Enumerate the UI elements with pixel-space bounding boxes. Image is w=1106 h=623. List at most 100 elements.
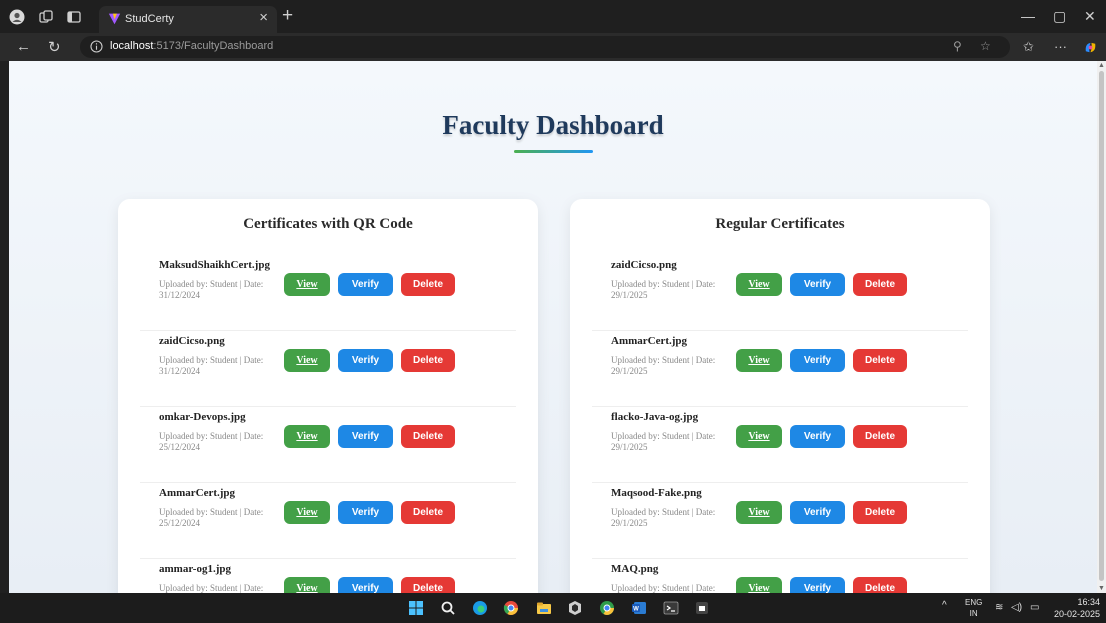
view-button[interactable]: View xyxy=(284,501,330,524)
certificate-meta: Uploaded by: Student | Date: xyxy=(611,583,716,593)
tab-studcerty[interactable]: StudCerty × xyxy=(99,6,277,33)
clock-date: 20-02-2025 xyxy=(1053,609,1100,619)
verify-button[interactable]: Verify xyxy=(338,425,393,448)
page-viewport: Faculty Dashboard Certificates with QR C… xyxy=(9,61,1097,593)
view-button[interactable]: View xyxy=(284,577,330,593)
verify-button[interactable]: Verify xyxy=(338,349,393,372)
volume-icon[interactable]: ◁) xyxy=(1011,602,1022,613)
view-button[interactable]: View xyxy=(736,501,782,524)
maximize-button[interactable]: ▢ xyxy=(1053,8,1066,25)
windows-start-icon[interactable] xyxy=(408,600,424,616)
language-indicator[interactable]: ENG IN xyxy=(965,597,982,619)
chrome-icon[interactable] xyxy=(503,600,519,616)
scroll-up-icon[interactable]: ▲ xyxy=(1098,62,1105,69)
title-underline xyxy=(514,150,593,153)
delete-button[interactable]: Delete xyxy=(853,501,907,524)
url-path: :5173/FacultyDashboard xyxy=(153,40,274,52)
tab-close-icon[interactable]: × xyxy=(259,9,268,26)
system-clock[interactable]: 16:34 20-02-2025 xyxy=(1052,596,1100,620)
certificate-meta: Uploaded by: Student | Date: 29/1/2025 xyxy=(611,507,716,528)
certificate-item: MAQ.png Uploaded by: Student | Date: Vie… xyxy=(592,558,968,593)
delete-button[interactable]: Delete xyxy=(853,577,907,593)
scroll-down-icon[interactable]: ▼ xyxy=(1098,585,1105,592)
refresh-icon[interactable]: ↻ xyxy=(48,38,61,56)
verify-button[interactable]: Verify xyxy=(790,349,845,372)
certificate-meta: Uploaded by: Student | Date: 31/12/2024 xyxy=(159,279,264,300)
view-button[interactable]: View xyxy=(736,577,782,593)
verify-button[interactable]: Verify xyxy=(790,425,845,448)
certificate-meta: Uploaded by: Student | Date: 31/12/2024 xyxy=(159,355,264,376)
certificate-filename: Maqsood-Fake.png xyxy=(611,487,702,499)
certificate-item: ammar-og1.jpg Uploaded by: Student | Dat… xyxy=(140,558,516,593)
delete-button[interactable]: Delete xyxy=(401,501,455,524)
page-scrollbar[interactable]: ▲ ▼ xyxy=(1097,61,1106,593)
view-button[interactable]: View xyxy=(736,425,782,448)
vscode-app-icon[interactable] xyxy=(567,600,583,616)
view-button[interactable]: View xyxy=(284,273,330,296)
certificate-meta: Uploaded by: Student | Date: 25/12/2024 xyxy=(159,507,264,528)
certificate-item: omkar-Devops.jpg Uploaded by: Student | … xyxy=(140,406,516,483)
view-button[interactable]: View xyxy=(284,425,330,448)
verify-button[interactable]: Verify xyxy=(338,273,393,296)
clock-time: 16:34 xyxy=(1077,597,1100,607)
certificate-filename: AmmarCert.jpg xyxy=(611,335,688,347)
view-button[interactable]: View xyxy=(736,273,782,296)
view-button[interactable]: View xyxy=(736,349,782,372)
region-code: IN xyxy=(969,609,978,618)
search-icon[interactable] xyxy=(440,600,456,616)
browser-tab-bar: StudCerty × + — ▢ ✕ xyxy=(0,0,1106,33)
new-tab-button[interactable]: + xyxy=(282,6,293,26)
file-explorer-icon[interactable] xyxy=(536,600,552,616)
delete-button[interactable]: Delete xyxy=(401,273,455,296)
url-host: localhost xyxy=(110,40,154,52)
delete-button[interactable]: Delete xyxy=(401,577,455,593)
verify-button[interactable]: Verify xyxy=(338,501,393,524)
workspaces-icon[interactable] xyxy=(38,9,54,25)
favorites-icon[interactable]: ✩ xyxy=(1023,39,1034,55)
delete-button[interactable]: Delete xyxy=(401,349,455,372)
verify-button[interactable]: Verify xyxy=(338,577,393,593)
tab-title: StudCerty xyxy=(125,13,174,25)
certificate-filename: ammar-og1.jpg xyxy=(159,563,231,575)
certificate-item: AmmarCert.jpg Uploaded by: Student | Dat… xyxy=(592,330,968,407)
minimize-button[interactable]: — xyxy=(1021,8,1035,24)
address-bar[interactable]: localhost:5173/FacultyDashboard ⚲ ☆ xyxy=(80,36,1010,58)
url-text: localhost:5173/FacultyDashboard xyxy=(110,40,273,52)
wifi-icon[interactable]: ≋ xyxy=(995,602,1003,613)
app-icon[interactable] xyxy=(694,600,710,616)
favorite-star-icon[interactable]: ☆ xyxy=(980,39,991,53)
verify-button[interactable]: Verify xyxy=(790,273,845,296)
profile-icon[interactable] xyxy=(9,9,25,25)
regular-certificates-card: Regular Certificates zaidCicso.png Uploa… xyxy=(570,199,990,593)
terminal-icon[interactable] xyxy=(663,600,679,616)
delete-button[interactable]: Delete xyxy=(401,425,455,448)
tab-actions-icon[interactable] xyxy=(66,9,82,25)
word-icon[interactable]: W xyxy=(631,600,647,616)
vite-favicon-icon xyxy=(108,13,121,25)
view-button[interactable]: View xyxy=(284,349,330,372)
certificate-item: zaidCicso.png Uploaded by: Student | Dat… xyxy=(592,254,968,331)
battery-icon[interactable]: ▭ xyxy=(1030,602,1039,613)
delete-button[interactable]: Delete xyxy=(853,349,907,372)
back-icon[interactable]: ← xyxy=(16,38,31,55)
edge-browser-icon[interactable] xyxy=(472,600,488,616)
chrome-profile-icon[interactable] xyxy=(599,600,615,616)
certificate-filename: omkar-Devops.jpg xyxy=(159,411,246,423)
regular-certificates-heading: Regular Certificates xyxy=(715,216,845,232)
delete-button[interactable]: Delete xyxy=(853,425,907,448)
delete-button[interactable]: Delete xyxy=(853,273,907,296)
scrollbar-thumb[interactable] xyxy=(1099,71,1104,581)
certificate-filename: MAQ.png xyxy=(611,563,659,575)
certificate-filename: AmmarCert.jpg xyxy=(159,487,236,499)
certificate-meta: Uploaded by: Student | Date: 25/12/2024 xyxy=(159,431,264,452)
copilot-icon[interactable] xyxy=(1083,40,1098,55)
verify-button[interactable]: Verify xyxy=(790,577,845,593)
site-info-icon[interactable] xyxy=(90,40,103,53)
close-window-button[interactable]: ✕ xyxy=(1084,8,1096,25)
verify-button[interactable]: Verify xyxy=(790,501,845,524)
tray-overflow-icon[interactable]: ^ xyxy=(942,600,947,611)
zoom-icon[interactable]: ⚲ xyxy=(953,39,962,53)
more-options-icon[interactable]: ··· xyxy=(1054,39,1067,54)
certificate-item: Maqsood-Fake.png Uploaded by: Student | … xyxy=(592,482,968,559)
certificate-item: zaidCicso.png Uploaded by: Student | Dat… xyxy=(140,330,516,407)
